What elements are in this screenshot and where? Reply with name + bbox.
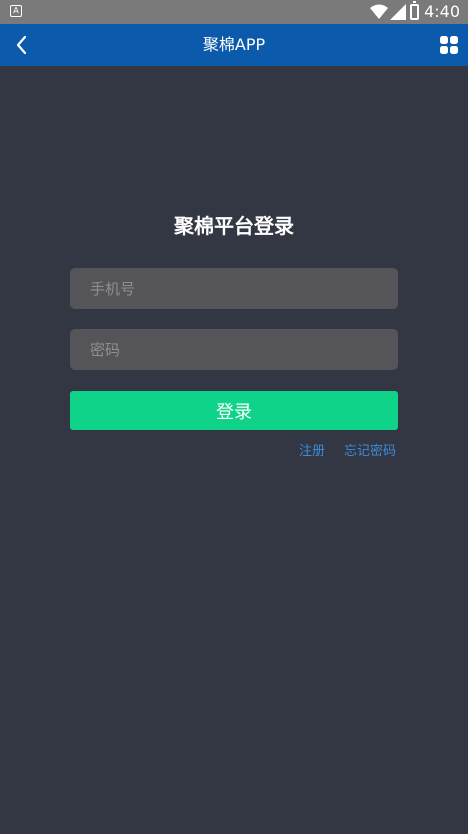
status-time: 4:40: [424, 2, 460, 21]
login-title: 聚棉平台登录: [174, 214, 294, 238]
status-bar: A 4:40: [0, 0, 468, 24]
wifi-icon: [370, 4, 388, 19]
page-title: 聚棉APP: [202, 35, 266, 54]
phone-input[interactable]: [70, 268, 398, 309]
battery-icon: [410, 1, 419, 20]
password-input[interactable]: [70, 329, 398, 370]
grid-menu-icon[interactable]: [438, 34, 460, 56]
app-notification-icon: A: [10, 5, 22, 17]
forgot-password-link[interactable]: 忘记密码: [344, 443, 396, 461]
login-button[interactable]: 登录: [70, 391, 398, 430]
app-header: 聚棉APP: [0, 24, 468, 66]
register-link[interactable]: 注册: [299, 443, 325, 461]
signal-icon: [390, 4, 406, 20]
